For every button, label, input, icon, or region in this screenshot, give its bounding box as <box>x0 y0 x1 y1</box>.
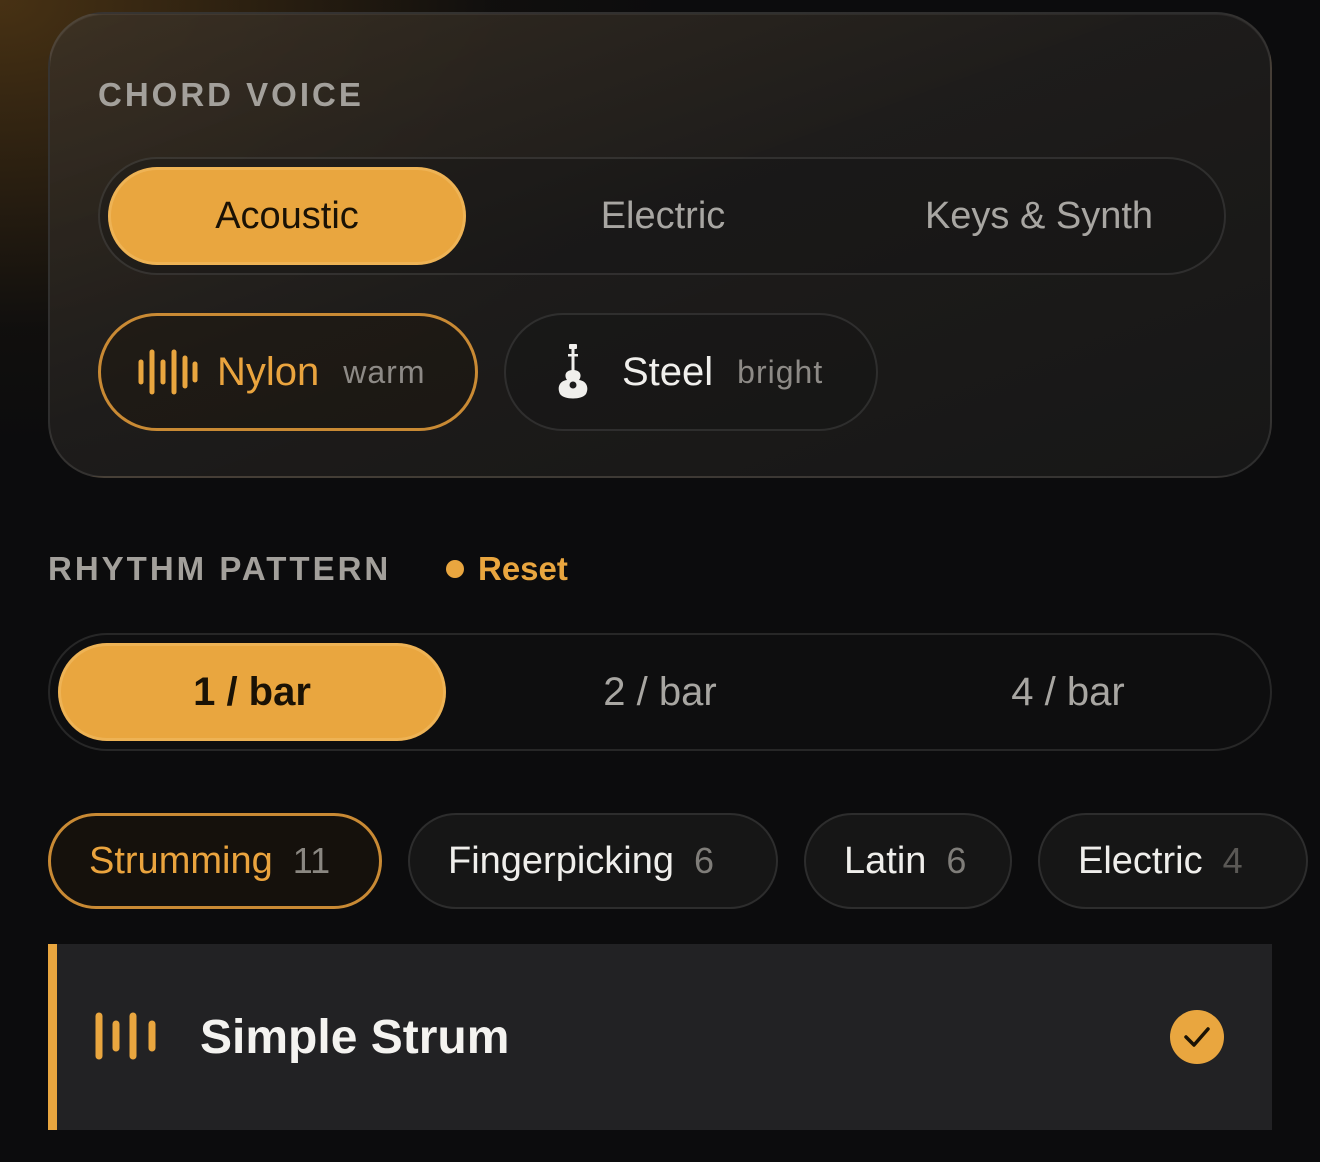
variant-steel-button[interactable]: Steel bright <box>504 313 878 431</box>
variant-nylon-button[interactable]: Nylon warm <box>98 313 478 431</box>
chord-voice-label: CHORD VOICE <box>98 76 364 113</box>
selected-accent-bar <box>48 944 57 1130</box>
variant-nylon-name: Nylon <box>217 349 320 394</box>
category-chip-electric[interactable]: Electric 4 <box>1038 813 1308 909</box>
tab-4-per-bar[interactable]: 4 / bar <box>874 643 1262 741</box>
chord-voice-card: CHORD VOICE Acoustic Electric Keys & Syn… <box>48 12 1272 478</box>
chip-label: Fingerpicking <box>448 839 674 882</box>
chip-count: 6 <box>694 840 715 881</box>
density-segmented-control: 1 / bar 2 / bar 4 / bar <box>48 633 1272 751</box>
pattern-title: Simple Strum <box>200 1011 510 1064</box>
reset-button[interactable]: Reset <box>446 550 568 588</box>
chip-label: Latin <box>844 839 927 882</box>
checkmark-icon <box>1170 1010 1224 1064</box>
chip-label: Electric <box>1078 839 1203 882</box>
tab-keys-synth[interactable]: Keys & Synth <box>860 167 1218 265</box>
chip-count: 11 <box>292 840 331 881</box>
variant-nylon-sub: warm <box>343 353 426 390</box>
reset-label: Reset <box>478 550 568 587</box>
guitar-icon <box>556 344 590 400</box>
tab-2-per-bar[interactable]: 2 / bar <box>466 643 854 741</box>
category-chip-fingerpicking[interactable]: Fingerpicking 6 <box>408 813 778 909</box>
category-chip-strumming[interactable]: Strumming 11 <box>48 813 382 909</box>
chip-count: 6 <box>946 840 967 881</box>
rhythm-pattern-label: RHYTHM PATTERN <box>48 550 392 587</box>
pattern-row-simple-strum[interactable]: Simple Strum <box>48 944 1272 1130</box>
waveform-icon <box>94 1010 160 1067</box>
variant-steel-sub: bright <box>737 353 824 390</box>
chip-label: Strumming <box>89 839 273 882</box>
tab-1-per-bar[interactable]: 1 / bar <box>58 643 446 741</box>
chip-count: 4 <box>1222 840 1243 881</box>
tab-acoustic[interactable]: Acoustic <box>108 167 466 265</box>
reset-dot-icon <box>446 560 464 578</box>
voice-type-segmented-control: Acoustic Electric Keys & Synth <box>98 157 1226 275</box>
waveform-icon <box>137 348 199 396</box>
variant-steel-name: Steel <box>622 349 714 394</box>
category-chip-latin[interactable]: Latin 6 <box>804 813 1012 909</box>
app-screen: CHORD VOICE Acoustic Electric Keys & Syn… <box>0 0 1320 1162</box>
tab-electric[interactable]: Electric <box>484 167 842 265</box>
